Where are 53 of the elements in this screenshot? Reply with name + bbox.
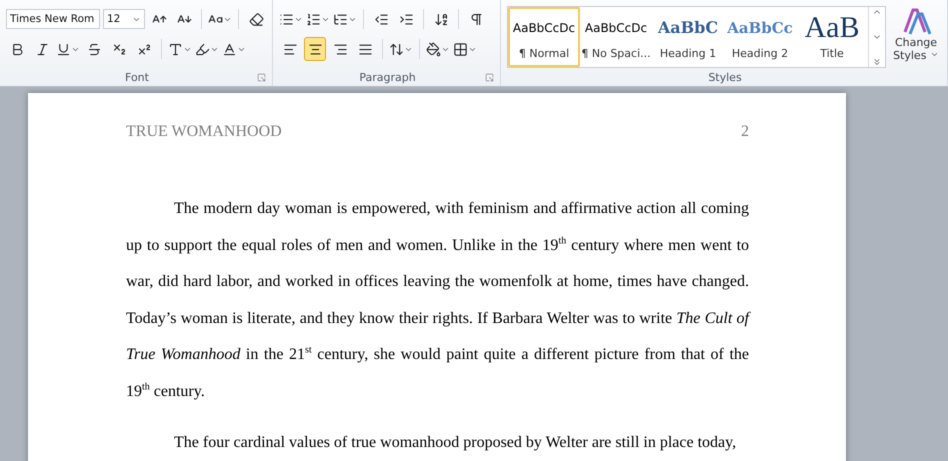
dialog-launcher-icon xyxy=(485,73,494,82)
font-color-icon xyxy=(222,42,237,56)
running-head: TRUE WOMANHOOD xyxy=(126,123,282,141)
style-item[interactable]: AaBbC Heading 1 xyxy=(652,7,724,67)
line-spacing-icon xyxy=(389,42,404,56)
more-icon xyxy=(872,57,882,67)
group-label: Paragraph xyxy=(359,70,416,84)
shading-icon xyxy=(426,42,441,56)
numbering-icon xyxy=(306,12,321,26)
decrease-indent-icon xyxy=(374,12,388,26)
style-label: ¶ Normal xyxy=(518,46,570,60)
increase-indent-icon xyxy=(398,12,414,26)
style-preview: AaBbCc xyxy=(727,18,793,38)
text-effects-icon xyxy=(168,42,183,56)
align-icon xyxy=(308,42,322,56)
bullets-icon xyxy=(279,12,294,26)
style-label: Heading 2 xyxy=(732,46,788,60)
multilevel-list-icon xyxy=(333,12,348,26)
align-icon xyxy=(282,42,298,56)
style-preview: AaBbC xyxy=(658,17,718,39)
style-item[interactable]: AaBbCcDc ¶ Normal xyxy=(508,7,580,67)
strikethrough-icon xyxy=(86,42,102,56)
group-label: Styles xyxy=(708,70,742,84)
superscript-icon xyxy=(136,42,152,56)
dialog-launcher-icon xyxy=(257,73,266,82)
pilcrow-icon xyxy=(468,12,484,26)
font-name-field[interactable]: Times New Rom xyxy=(6,9,100,29)
underline-icon xyxy=(56,42,71,56)
style-preview: AaB xyxy=(804,14,860,40)
font-size-field[interactable]: 12 xyxy=(103,9,145,29)
style-item[interactable]: AaBbCc Heading 2 xyxy=(724,7,796,67)
styled-letter-icon xyxy=(901,6,931,36)
group-label: Font xyxy=(125,70,149,84)
subscript-icon xyxy=(112,42,126,56)
sort-icon xyxy=(434,12,448,26)
style-label: ¶ No Spaci... xyxy=(581,46,651,60)
borders-icon xyxy=(453,42,468,56)
style-preview: AaBbCcDc xyxy=(584,20,648,36)
style-label: Title xyxy=(820,46,844,60)
style-item[interactable]: AaB Title xyxy=(796,7,868,67)
paragraph: The four cardinal values of true womanhood proposed by Welter are still in place today, xyxy=(173,432,738,453)
align-icon xyxy=(332,42,348,56)
change-styles-button[interactable]: Change Styles xyxy=(892,6,940,68)
style-preview: AaBbCcDc xyxy=(512,20,576,36)
align-icon xyxy=(358,42,372,56)
style-label: Heading 1 xyxy=(660,46,716,60)
align-button[interactable] xyxy=(304,37,326,61)
highlighter-icon xyxy=(195,42,210,56)
italic-icon xyxy=(34,42,50,56)
page-number: 2 xyxy=(741,123,749,141)
clear-formatting-icon xyxy=(248,12,264,26)
style-item[interactable]: AaBbCcDc ¶ No Spaci... xyxy=(580,7,652,67)
paragraph: The modern day woman is empowered, with feminism and affirmative action all coming up to support the equal roles of men and women. Unlike in the 19$^{th}$ century where men went to war, did hard labor, and worked in offices leaving the womenfolk at home, times have changed. Today’s woman is literate, and they know their rights. If Barbara Welter was to write The Cult of True Womanhood in the 21$^{st}$ century, she would paint quite a different picture from that of the 19$^{th}$ century. xyxy=(126,199,749,402)
